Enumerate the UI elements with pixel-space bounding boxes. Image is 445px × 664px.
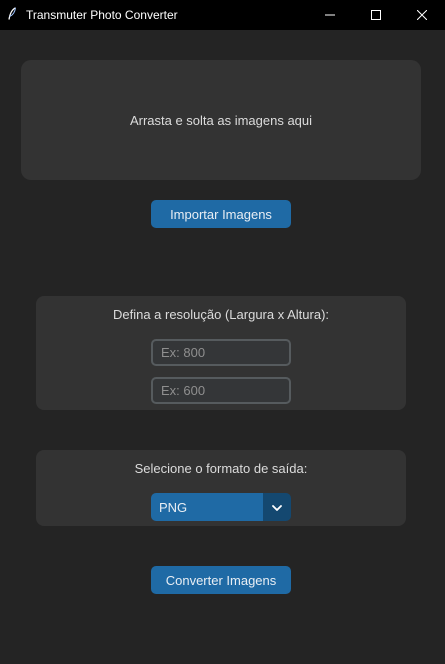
close-icon xyxy=(417,10,427,20)
close-button[interactable] xyxy=(399,0,445,30)
format-select[interactable]: PNG xyxy=(151,493,291,521)
format-dropdown-button[interactable] xyxy=(263,493,291,521)
drop-zone[interactable]: Arrasta e solta as imagens aqui xyxy=(21,60,421,180)
format-panel: Selecione o formato de saída: PNG xyxy=(36,450,406,526)
resolution-label: Defina a resolução (Largura x Altura): xyxy=(112,307,330,322)
import-images-button[interactable]: Importar Imagens xyxy=(151,200,291,228)
format-selected-value[interactable]: PNG xyxy=(151,493,263,521)
resolution-panel: Defina a resolução (Largura x Altura): xyxy=(36,296,406,410)
title-bar[interactable]: Transmuter Photo Converter xyxy=(0,0,445,30)
feather-icon xyxy=(7,7,17,21)
maximize-icon xyxy=(371,10,381,20)
maximize-button[interactable] xyxy=(353,0,399,30)
app-window: Transmuter Photo Converter Arrasta e sol… xyxy=(0,0,445,664)
width-input[interactable] xyxy=(151,339,291,366)
convert-images-button[interactable]: Converter Imagens xyxy=(151,566,291,594)
minimize-icon xyxy=(325,10,335,20)
chevron-down-icon xyxy=(272,498,282,516)
window-title: Transmuter Photo Converter xyxy=(26,8,178,22)
format-label: Selecione o formato de saída: xyxy=(134,461,308,476)
minimize-button[interactable] xyxy=(307,0,353,30)
drop-zone-text: Arrasta e solta as imagens aqui xyxy=(129,112,313,128)
height-input[interactable] xyxy=(151,377,291,404)
